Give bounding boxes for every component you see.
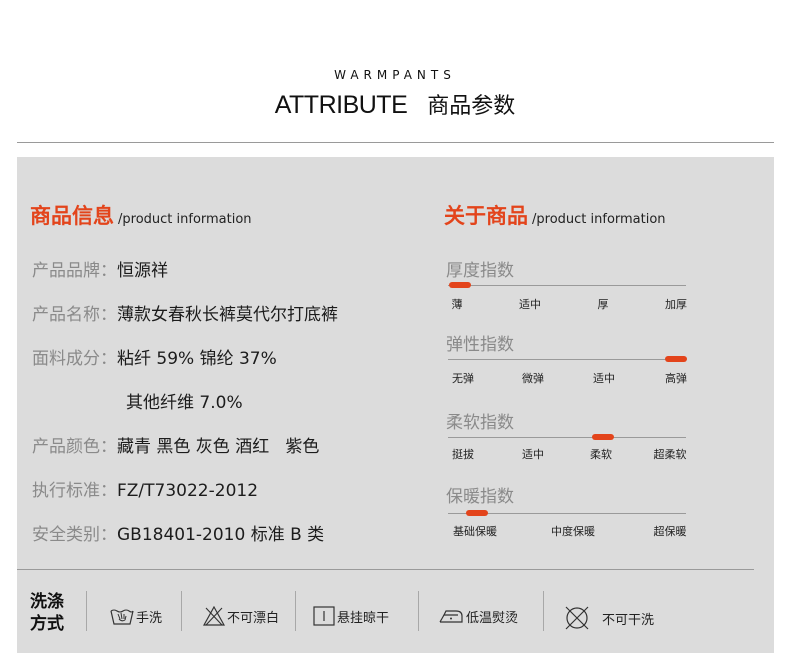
washing-separator <box>181 591 182 631</box>
title-english: ATTRIBUTE <box>274 91 408 119</box>
attr-value: 恒源祥 <box>117 261 168 281</box>
page-header: WARMPANTS ATTRIBUTE 商品参数 <box>0 0 790 143</box>
softness-meter-track <box>448 437 686 438</box>
meter-tick: 适中 <box>519 298 541 311</box>
attr-value: 薄款女春秋长裤莫代尔打底裤 <box>117 305 338 325</box>
attr-row-brand: 产品品牌：恒源祥 <box>32 256 168 281</box>
meter-tick: 挺拔 <box>452 448 474 461</box>
attr-label: 产品品牌： <box>32 261 117 281</box>
attr-label: 产品颜色： <box>32 437 117 457</box>
meter-tick: 加厚 <box>665 298 687 311</box>
meter-tick: 柔软 <box>590 448 612 461</box>
care-label: 手洗 <box>136 610 163 626</box>
no-dry-clean-icon <box>564 606 590 630</box>
no-bleach-icon <box>203 606 225 626</box>
thickness-meter-indicator <box>448 282 471 288</box>
attribute-panel: 商品信息/product information 产品品牌：恒源祥 产品名称：薄… <box>17 157 774 653</box>
attr-row-fabric: 面料成分：粘纤 59% 锦纶 37% <box>32 344 277 369</box>
meter-tick: 适中 <box>593 372 615 385</box>
elasticity-meter-track <box>448 359 686 360</box>
elasticity-meter-title: 弹性指数 <box>446 335 514 355</box>
brand-name: WARMPANTS <box>334 68 456 82</box>
care-label: 低温熨烫 <box>466 610 519 626</box>
thickness-meter-track <box>448 285 686 286</box>
washing-title-line1: 洗涤 <box>30 592 64 612</box>
meter-tick: 基础保暖 <box>453 525 497 538</box>
low-iron-icon <box>438 606 464 626</box>
washing-title-line2: 方式 <box>30 614 64 634</box>
hang-dry-icon <box>313 606 335 626</box>
title-chinese: 商品参数 <box>427 94 516 119</box>
care-item-no-bleach: 不可漂白 <box>203 606 279 626</box>
attr-row-colors: 产品颜色：藏青 黑色 灰色 酒红 紫色 <box>32 432 319 457</box>
care-label: 不可干洗 <box>602 612 655 628</box>
thickness-meter-title: 厚度指数 <box>446 261 514 281</box>
meter-tick: 无弹 <box>452 372 474 385</box>
product-info-heading-cn: 商品信息 <box>30 204 114 228</box>
product-info-heading: 商品信息/product information <box>30 200 252 230</box>
softness-meter-title: 柔软指数 <box>446 413 514 433</box>
meter-tick: 适中 <box>522 448 544 461</box>
page-title: ATTRIBUTE 商品参数 <box>0 88 790 120</box>
attr-row-safety: 安全类别：GB18401-2010 标准 B 类 <box>32 520 324 545</box>
meter-tick: 中度保暖 <box>551 525 595 538</box>
meter-tick: 超保暖 <box>653 525 687 538</box>
washing-title: 洗涤 方式 <box>30 591 70 635</box>
care-item-no-dry-clean: 不可干洗 <box>564 606 654 630</box>
header-divider <box>17 142 774 143</box>
attr-label: 产品名称： <box>32 305 117 325</box>
warmth-meter-title: 保暖指数 <box>446 487 514 507</box>
warmth-meter-indicator <box>465 510 488 516</box>
attr-value: 其他纤维 7.0% <box>126 393 243 413</box>
attr-label: 面料成分： <box>32 349 117 369</box>
attr-label: 执行标准： <box>32 481 117 501</box>
washing-separator <box>418 591 419 631</box>
attr-value: GB18401-2010 标准 B 类 <box>117 525 325 545</box>
attr-value: 藏青 黑色 灰色 酒红 紫色 <box>117 437 320 457</box>
elasticity-meter-indicator <box>665 356 688 362</box>
care-label: 悬挂晾干 <box>337 610 390 626</box>
hand-wash-icon <box>110 606 134 626</box>
meter-tick: 厚 <box>597 298 609 311</box>
about-heading-en: /product information <box>532 212 666 227</box>
product-info-heading-en: /product information <box>118 212 252 227</box>
attr-row-name: 产品名称：薄款女春秋长裤莫代尔打底裤 <box>32 300 338 325</box>
meter-tick: 高弹 <box>665 372 687 385</box>
meter-tick: 薄 <box>451 298 463 311</box>
attr-value: FZ/T73022-2012 <box>117 481 259 501</box>
attr-label: 安全类别： <box>32 525 117 545</box>
attr-value: 粘纤 59% 锦纶 37% <box>117 349 277 369</box>
meter-tick: 超柔软 <box>653 448 687 461</box>
attr-row-standard: 执行标准：FZ/T73022-2012 <box>32 476 258 501</box>
meter-tick: 微弹 <box>522 372 544 385</box>
about-heading-cn: 关于商品 <box>444 204 528 228</box>
washing-separator <box>86 591 87 631</box>
care-item-hand-wash: 手洗 <box>110 606 162 626</box>
washing-separator <box>295 591 296 631</box>
washing-divider <box>17 569 754 570</box>
softness-meter-indicator <box>591 434 614 440</box>
care-item-hang-dry: 悬挂晾干 <box>313 606 389 626</box>
washing-separator <box>543 591 544 631</box>
attr-row-fabric-cont: 其他纤维 7.0% <box>126 388 243 413</box>
care-item-low-iron: 低温熨烫 <box>438 606 518 626</box>
care-label: 不可漂白 <box>227 610 280 626</box>
about-heading: 关于商品/product information <box>444 200 666 230</box>
